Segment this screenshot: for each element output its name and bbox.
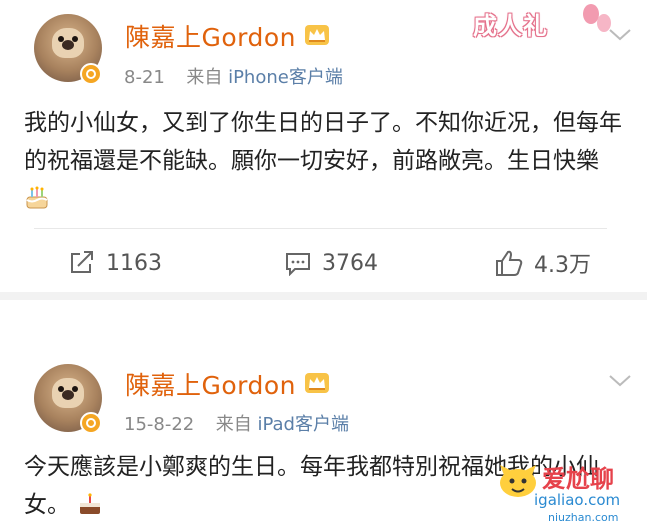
celebration-sticker: 成人礼 — [455, 0, 625, 46]
sticker-text: 成人礼 — [473, 12, 548, 40]
comment-icon — [286, 253, 310, 276]
via-label: 来自 — [186, 67, 223, 88]
chevron-down-icon[interactable] — [608, 374, 632, 388]
watermark-url: igaliao.com — [534, 491, 621, 509]
like-button[interactable]: 4.3万 — [494, 243, 591, 283]
repost-icon — [71, 251, 93, 273]
verified-badge-icon — [80, 412, 102, 434]
cake-icon — [80, 492, 101, 514]
post-separator — [0, 292, 647, 300]
like-count: 4.3万 — [534, 253, 591, 278]
watermark-url-secondary: niuzhan.com — [548, 511, 619, 524]
repost-button[interactable]: 1163 — [68, 243, 162, 283]
comment-count: 3764 — [322, 250, 378, 276]
crown-icon — [305, 25, 329, 45]
verified-badge-icon — [80, 63, 102, 85]
post-date: 15-8-22 — [124, 414, 195, 435]
action-bar: 1163 3764 4.3万 — [0, 243, 647, 283]
post-meta: 15-8-22 来自 iPad客户端 — [124, 410, 349, 436]
watermark-title: 爱尬聊 — [542, 465, 614, 493]
post-date: 8-21 — [124, 67, 165, 88]
post-source[interactable]: iPhone客户端 — [228, 67, 343, 88]
comment-button[interactable]: 3764 — [284, 243, 378, 283]
via-label: 来自 — [215, 414, 252, 435]
cake-icon — [26, 186, 48, 208]
post-text-content: 我的小仙女，又到了你生日的日子了。不知你近况，但每年的祝福還是不能缺。願你一切安… — [24, 110, 622, 174]
crown-icon — [305, 373, 329, 393]
post-text: 我的小仙女，又到了你生日的日子了。不知你近况，但每年的祝福還是不能缺。願你一切安… — [24, 104, 624, 218]
chevron-down-icon[interactable] — [608, 28, 632, 42]
author-name[interactable]: 陳嘉上Gordon — [125, 366, 296, 402]
thumbs-up-icon — [496, 250, 523, 276]
repost-count: 1163 — [106, 250, 162, 276]
author-name[interactable]: 陳嘉上Gordon — [125, 18, 296, 54]
post-meta: 8-21 来自 iPhone客户端 — [124, 63, 343, 89]
post-source[interactable]: iPad客户端 — [257, 414, 349, 435]
site-watermark: 爱尬聊 igaliao.com niuzhan.com — [492, 455, 642, 527]
weibo-post-1: 陳嘉上Gordon 8-21 来自 iPhone客户端 成人礼 我的小仙女，又到… — [0, 0, 647, 292]
